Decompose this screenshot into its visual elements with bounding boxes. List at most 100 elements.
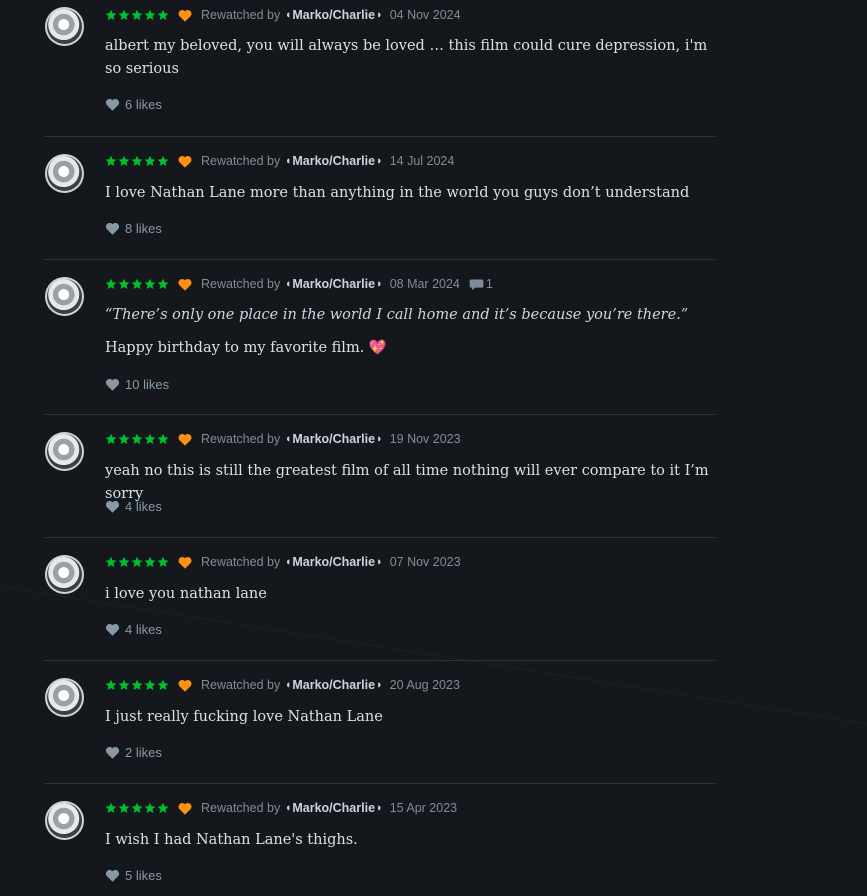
star-icon (144, 679, 156, 690)
like-heart-icon[interactable] (105, 869, 120, 882)
moon-right-icon: ◗ (376, 802, 383, 814)
review-body: albert my beloved, you will always be lo… (105, 35, 717, 81)
star-icon (131, 9, 143, 20)
moon-left-icon: ◖ (284, 679, 292, 691)
star-icon (105, 433, 117, 444)
author-link[interactable]: Marko/Charlie (292, 8, 375, 22)
author-link[interactable]: Marko/Charlie (292, 555, 375, 569)
star-icon (118, 155, 130, 166)
avatar[interactable] (45, 555, 84, 594)
review-status: Rewatched by (201, 277, 281, 291)
star-icon (144, 556, 156, 567)
avatar[interactable] (45, 277, 84, 316)
author-link[interactable]: Marko/Charlie (292, 678, 375, 692)
moon-right-icon: ◗ (376, 278, 383, 290)
like-heart-icon[interactable] (105, 500, 120, 513)
like-heart-icon[interactable] (105, 222, 120, 235)
review-date[interactable]: 20 Aug 2023 (390, 678, 460, 692)
heart-icon (178, 155, 192, 168)
author-link[interactable]: Marko/Charlie (292, 154, 375, 168)
heart-icon (178, 556, 192, 569)
like-button[interactable]: 10 likes (105, 377, 169, 392)
star-icon (105, 556, 117, 567)
rating-stars (105, 433, 169, 445)
star-icon (131, 679, 143, 690)
star-icon (118, 9, 130, 20)
star-icon (131, 278, 143, 289)
moon-right-icon: ◗ (376, 9, 383, 21)
review-date[interactable]: 15 Apr 2023 (390, 801, 457, 815)
star-icon (157, 679, 169, 690)
rating-stars (105, 9, 169, 21)
review-meta: Rewatched by ◖ Marko/Charlie ◗ 15 Apr 2023 (105, 801, 457, 815)
star-icon (157, 802, 169, 813)
star-icon (105, 9, 117, 20)
review-text: I love Nathan Lane more than anything in… (105, 185, 690, 201)
star-icon (144, 9, 156, 20)
heart-icon (178, 278, 192, 291)
review-text: Happy birthday to my favorite film. (105, 340, 365, 356)
star-icon (105, 679, 117, 690)
sparkling-heart-icon: 💖 (368, 340, 387, 356)
like-count: 4 likes (125, 622, 162, 637)
like-button[interactable]: 4 likes (105, 499, 162, 514)
like-heart-icon[interactable] (105, 378, 120, 391)
review-status: Rewatched by (201, 154, 281, 168)
review-text: albert my beloved, you will always be lo… (105, 38, 708, 77)
star-icon (118, 679, 130, 690)
review-date[interactable]: 08 Mar 2024 (390, 277, 460, 291)
review-item: Rewatched by ◖ Marko/Charlie ◗ 15 Apr 2023… (44, 784, 715, 896)
star-icon (131, 155, 143, 166)
like-heart-icon[interactable] (105, 98, 120, 111)
star-icon (131, 556, 143, 567)
star-icon (118, 433, 130, 444)
avatar[interactable] (45, 801, 84, 840)
like-button[interactable]: 5 likes (105, 868, 162, 883)
like-button[interactable]: 4 likes (105, 622, 162, 637)
heart-icon (178, 9, 192, 22)
star-icon (144, 433, 156, 444)
avatar[interactable] (45, 678, 84, 717)
star-icon (157, 433, 169, 444)
review-meta: Rewatched by ◖ Marko/Charlie ◗ 20 Aug 2023 (105, 678, 460, 692)
comments-link[interactable]: 1 (469, 277, 493, 291)
review-date[interactable]: 19 Nov 2023 (390, 432, 461, 446)
rating-stars (105, 278, 169, 290)
review-meta: Rewatched by ◖ Marko/Charlie ◗ 14 Jul 2024 (105, 154, 454, 168)
review-date[interactable]: 07 Nov 2023 (390, 555, 461, 569)
heart-icon (178, 802, 192, 815)
moon-right-icon: ◗ (376, 556, 383, 568)
rating-stars (105, 679, 169, 691)
like-heart-icon[interactable] (105, 623, 120, 636)
author-link[interactable]: Marko/Charlie (292, 801, 375, 815)
star-icon (118, 802, 130, 813)
review-date[interactable]: 04 Nov 2024 (390, 8, 461, 22)
review-date[interactable]: 14 Jul 2024 (390, 154, 455, 168)
author-link[interactable]: Marko/Charlie (292, 432, 375, 446)
star-icon (105, 278, 117, 289)
like-count: 5 likes (125, 868, 162, 883)
review-item: Rewatched by ◖ Marko/Charlie ◗ 08 Mar 2024… (44, 260, 715, 415)
author-link[interactable]: Marko/Charlie (292, 277, 375, 291)
star-icon (131, 433, 143, 444)
review-status: Rewatched by (201, 555, 281, 569)
review-body: I wish I had Nathan Lane's thighs. (105, 829, 717, 852)
review-body: I just really fucking love Nathan Lane (105, 706, 717, 729)
rating-stars (105, 155, 169, 167)
avatar[interactable] (45, 7, 84, 46)
avatar[interactable] (45, 154, 84, 193)
moon-left-icon: ◖ (284, 278, 292, 290)
star-icon (118, 556, 130, 567)
moon-left-icon: ◖ (284, 9, 292, 21)
review-item: Rewatched by ◖ Marko/Charlie ◗ 20 Aug 2023… (44, 661, 715, 784)
like-button[interactable]: 2 likes (105, 745, 162, 760)
review-status: Rewatched by (201, 678, 281, 692)
like-button[interactable]: 8 likes (105, 221, 162, 236)
star-icon (157, 9, 169, 20)
like-count: 4 likes (125, 499, 162, 514)
heart-icon (178, 679, 192, 692)
star-icon (157, 155, 169, 166)
like-button[interactable]: 6 likes (105, 97, 162, 112)
like-heart-icon[interactable] (105, 746, 120, 759)
avatar[interactable] (45, 432, 84, 471)
